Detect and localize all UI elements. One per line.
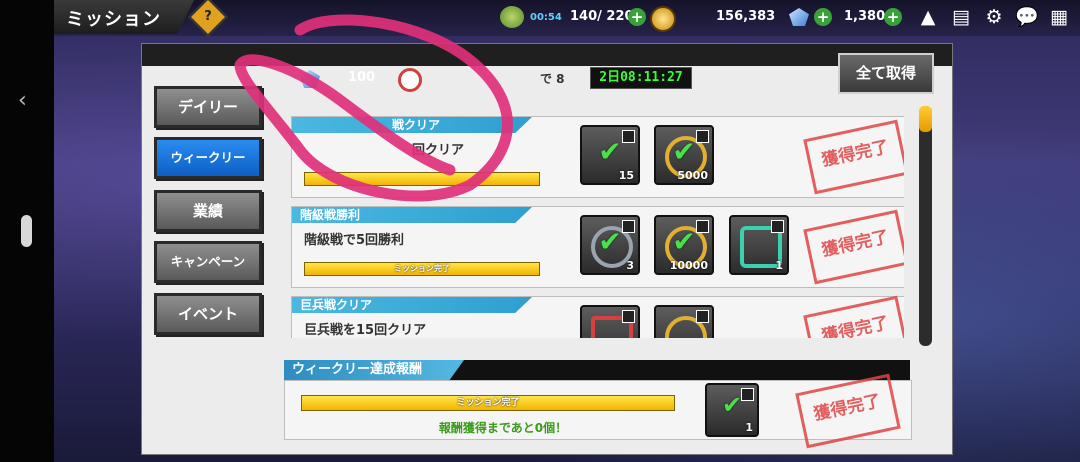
rarity-icon xyxy=(696,310,709,323)
claimed-stamp: 獲得完了 xyxy=(803,295,904,338)
mission-progress-bar xyxy=(304,172,540,186)
rarity-icon xyxy=(696,130,709,143)
weekly-reward-item[interactable]: ✔ 1 xyxy=(705,383,759,437)
rarity-icon xyxy=(622,130,635,143)
gem-value: 1,380 xyxy=(844,9,886,24)
title-plate: ミッション xyxy=(54,0,194,34)
weekly-reward-body: ミッション完了 報酬獲得まであと0個！ ✔ 1 獲得完了 xyxy=(284,373,912,449)
mission-list[interactable]: 戦クリア 回クリア ✔ 15 ✔ 5000 獲得完了 階級戦勝利 階級戦で5回勝… xyxy=(291,113,904,338)
rarity-icon xyxy=(696,220,709,233)
reward-qty: 10000 xyxy=(669,259,708,272)
add-gems-button-2[interactable]: + xyxy=(884,8,902,26)
scrollbar-thumb[interactable] xyxy=(919,106,932,132)
chevron-left-icon[interactable]: ‹ xyxy=(18,88,27,113)
gem-icon xyxy=(789,8,809,26)
reward-item[interactable] xyxy=(654,305,714,338)
mission-desc: 巨兵戦を15回クリア xyxy=(304,323,427,338)
stamina-timer: 00:54 xyxy=(530,12,562,23)
help-icon[interactable]: ? xyxy=(188,0,228,37)
reward-qty: 1 xyxy=(775,259,783,272)
weekly-reward-title-tag: ウィークリー達成報酬 xyxy=(284,360,464,380)
reward-item[interactable]: 1 xyxy=(729,215,789,275)
tab-event[interactable]: イベント xyxy=(154,293,262,335)
stamina-value: 140/ 220 xyxy=(570,9,634,24)
bell-icon[interactable]: ▲ xyxy=(916,5,940,29)
reward-item[interactable]: ✔ 10000 xyxy=(654,215,714,275)
system-nav-bar: ‹ xyxy=(0,0,54,462)
claimed-stamp: 獲得完了 xyxy=(803,119,904,195)
top-bar: ミッション ? 00:54 140/ 220 + 156,383 + 1,380… xyxy=(54,0,1080,37)
weekly-reward-note: 報酬獲得まであと0個！ xyxy=(438,421,568,435)
panel-header xyxy=(142,44,952,66)
chat-icon[interactable]: 💬 xyxy=(1015,5,1039,29)
mission-title-tag: 戦クリア xyxy=(292,117,532,133)
reward-qty: 1 xyxy=(745,421,753,434)
gear-icon[interactable]: ⚙ xyxy=(982,5,1006,29)
mission-title-tag: 階級戦勝利 xyxy=(292,207,532,223)
rarity-icon xyxy=(622,220,635,233)
page-title: ミッション xyxy=(66,9,161,30)
reward-item[interactable]: ✔ 5000 xyxy=(654,125,714,185)
claim-all-button[interactable]: 全て取得 xyxy=(838,53,934,94)
mission-desc: 回クリア xyxy=(412,143,465,158)
coin-icon xyxy=(650,6,676,32)
grid-menu-icon[interactable]: ▦ xyxy=(1047,5,1071,29)
mission-title-tag: 巨兵戦クリア xyxy=(292,297,532,313)
tab-achievements[interactable]: 業績 xyxy=(154,190,262,232)
claimed-stamp: 獲得完了 xyxy=(795,373,901,449)
tab-daily[interactable]: デイリー xyxy=(154,86,262,128)
mission-row: 階級戦勝利 階級戦で5回勝利 ミッション完了 ✔ 3 ✔ 10000 1 獲得完… xyxy=(291,206,904,288)
add-stamina-button[interactable]: + xyxy=(628,8,646,26)
weekly-progress-bar: ミッション完了 xyxy=(301,395,675,411)
coin-value: 156,383 xyxy=(716,9,776,24)
reward-qty: 3 xyxy=(626,259,634,272)
reward-item[interactable] xyxy=(580,305,640,338)
reward-qty: 15 xyxy=(618,169,634,182)
add-gems-button[interactable]: + xyxy=(814,8,832,26)
reward-item[interactable]: ✔ 3 xyxy=(580,215,640,275)
weekly-reward-header: ウィークリー達成報酬 xyxy=(284,360,910,380)
mission-row: 巨兵戦クリア 巨兵戦を15回クリア 獲得完了 xyxy=(291,295,904,338)
tab-weekly[interactable]: ウィークリー xyxy=(154,137,262,179)
panel-gem-value: 100 xyxy=(348,70,376,85)
mission-progress-bar: ミッション完了 xyxy=(304,262,540,276)
claimed-stamp: 獲得完了 xyxy=(803,209,904,285)
mission-row: 戦クリア 回クリア ✔ 15 ✔ 5000 獲得完了 xyxy=(291,116,904,198)
reward-item[interactable]: ✔ 15 xyxy=(580,125,640,185)
rarity-icon xyxy=(622,310,635,323)
rarity-icon xyxy=(741,388,754,401)
target-icon xyxy=(398,68,422,92)
rarity-icon xyxy=(771,220,784,233)
side-handle[interactable] xyxy=(21,215,32,247)
reset-timer: 2日08:11:27 xyxy=(590,67,692,89)
stamina-icon xyxy=(500,6,524,28)
mission-desc: 階級戦で5回勝利 xyxy=(304,233,405,248)
reward-qty: 5000 xyxy=(677,169,708,182)
mission-scrollbar[interactable] xyxy=(919,106,932,346)
news-icon[interactable]: ▤ xyxy=(949,5,973,29)
tab-campaign[interactable]: キャンペーン xyxy=(154,241,262,283)
timer-label: で 8 xyxy=(540,72,565,86)
